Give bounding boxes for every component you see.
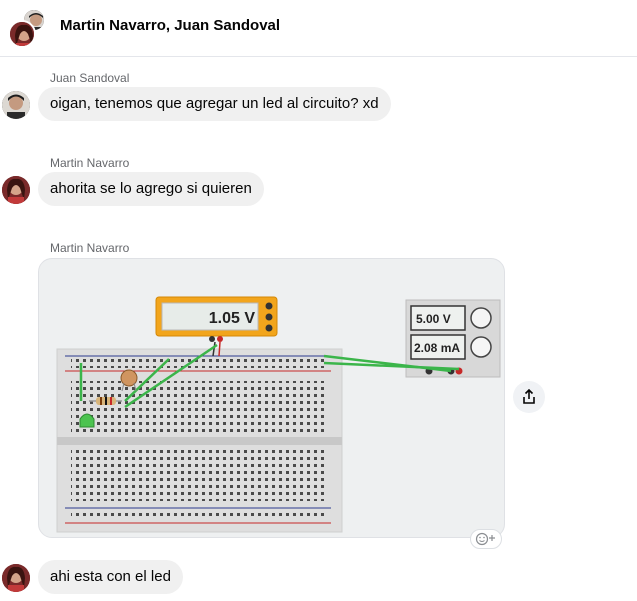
circuit-image: 1.05 V 5.00 V 2.08 mA [56, 296, 501, 533]
avatar[interactable] [2, 176, 30, 204]
add-reaction-button[interactable] [470, 529, 502, 549]
supply-current: 2.08 mA [414, 341, 460, 355]
supply-voltage: 5.00 V [416, 312, 451, 326]
multimeter-reading: 1.05 V [209, 310, 256, 327]
avatar [8, 20, 36, 48]
chat-header: Martin Navarro, Juan Sandoval [0, 0, 637, 57]
sender-name: Martin Navarro [50, 241, 130, 255]
avatar[interactable] [2, 564, 30, 592]
avatar[interactable] [2, 91, 30, 119]
add-reaction-icon [475, 532, 495, 546]
image-attachment[interactable]: 1.05 V 5.00 V 2.08 mA [38, 258, 505, 538]
message-bubble[interactable]: ahorita se lo agrego si quieren [38, 172, 264, 206]
conversation-title[interactable]: Martin Navarro, Juan Sandoval [60, 17, 280, 34]
sender-name: Martin Navarro [50, 156, 130, 170]
message-bubble[interactable]: ahi esta con el led [38, 560, 183, 594]
share-icon [523, 389, 535, 404]
group-avatar[interactable] [8, 8, 48, 48]
share-button[interactable] [513, 381, 545, 413]
message-bubble[interactable]: oigan, tenemos que agregar un led al cir… [38, 87, 391, 121]
sender-name: Juan Sandoval [50, 71, 130, 85]
